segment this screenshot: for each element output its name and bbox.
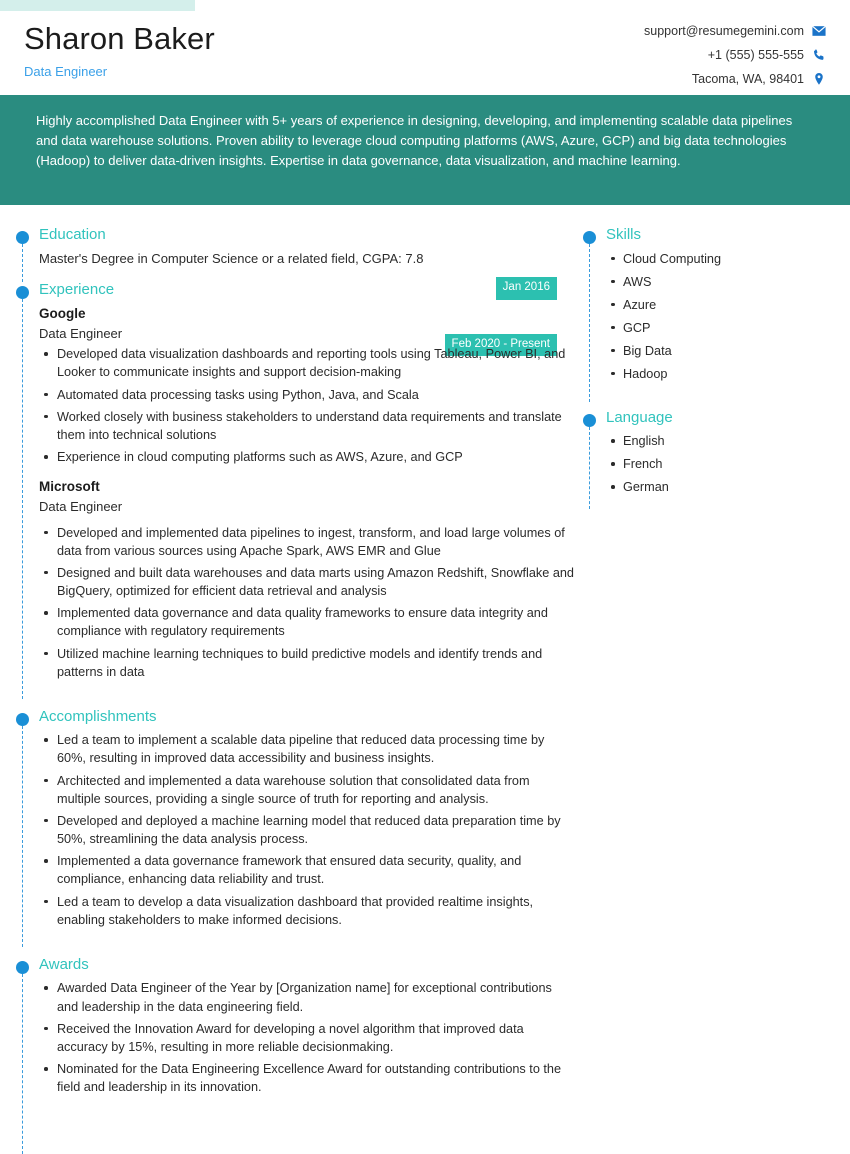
- job-company: Microsoft: [39, 479, 100, 495]
- list-item: Nominated for the Data Engineering Excel…: [39, 1060, 575, 1096]
- envelope-icon: [812, 24, 826, 38]
- contact-phone-row[interactable]: +1 (555) 555-555: [644, 48, 826, 62]
- job-bullet-list: Developed and implemented data pipelines…: [39, 524, 575, 681]
- job-role: Data Engineer: [39, 499, 123, 515]
- list-item: German: [606, 478, 850, 497]
- timeline-dot-icon: [583, 231, 596, 244]
- timeline-line: [22, 725, 23, 947]
- section-title-awards: Awards: [39, 955, 89, 973]
- timeline-line: [22, 973, 23, 1154]
- professional-summary: Highly accomplished Data Engineer with 5…: [0, 95, 850, 205]
- timeline-line: [589, 426, 590, 510]
- list-item: Cloud Computing: [606, 250, 850, 269]
- accomplishments-list: Led a team to implement a scalable data …: [39, 731, 575, 929]
- list-item: Worked closely with business stakeholder…: [39, 408, 575, 444]
- map-pin-icon: [812, 72, 826, 86]
- list-item: Implemented a data governance framework …: [39, 852, 575, 888]
- resume-header: Sharon Baker Data Engineer support@resum…: [0, 0, 850, 95]
- experience-job-google: Google Data Engineer Feb 2020 - Present …: [39, 305, 575, 466]
- timeline-dot-icon: [16, 286, 29, 300]
- list-item: Big Data: [606, 342, 850, 361]
- timeline-line: [22, 244, 23, 283]
- timeline-dot-icon: [583, 413, 596, 427]
- list-item: Designed and built data warehouses and d…: [39, 564, 575, 600]
- job-bullet-list: Developed data visualization dashboards …: [39, 345, 575, 466]
- section-title-education: Education: [39, 226, 106, 243]
- timeline-line: [589, 244, 590, 402]
- list-item: Utilized machine learning techniques to …: [39, 645, 575, 681]
- section-title-language: Language: [606, 408, 673, 426]
- contact-email-row[interactable]: support@resumegemini.com: [644, 24, 826, 38]
- section-title-experience: Experience: [39, 281, 115, 299]
- section-skills: Skills Cloud Computing AWS Azure GCP Big…: [575, 226, 850, 402]
- list-item: Azure: [606, 296, 850, 315]
- phone-icon: [812, 48, 826, 62]
- section-language: Language English French German: [575, 402, 850, 516]
- list-item: Automated data processing tasks using Py…: [39, 386, 575, 404]
- contact-block: support@resumegemini.com +1 (555) 555-55…: [644, 22, 826, 86]
- skills-list: Cloud Computing AWS Azure GCP Big Data H…: [606, 250, 850, 384]
- contact-phone-text: +1 (555) 555-555: [707, 47, 804, 62]
- resume-body: Education Master's Degree in Computer Sc…: [0, 205, 850, 1154]
- summary-text: Highly accomplished Data Engineer with 5…: [36, 113, 793, 168]
- list-item: AWS: [606, 273, 850, 292]
- education-entry: Master's Degree in Computer Science or a…: [39, 250, 424, 266]
- list-item: Experience in cloud computing platforms …: [39, 448, 575, 466]
- section-experience: Experience Google Data Engineer Feb 2020…: [0, 281, 575, 699]
- section-awards: Awards Awarded Data Engineer of the Year…: [0, 947, 575, 1154]
- list-item: Implemented data governance and data qua…: [39, 604, 575, 640]
- timeline-line: [22, 299, 23, 699]
- list-item: Hadoop: [606, 365, 850, 384]
- list-item: Architected and implemented a data wareh…: [39, 772, 575, 808]
- list-item: GCP: [606, 319, 850, 338]
- job-company: Google: [39, 305, 86, 321]
- page-title: Sharon Baker: [24, 21, 215, 56]
- section-title-skills: Skills: [606, 226, 642, 243]
- list-item: Awarded Data Engineer of the Year by [Or…: [39, 979, 575, 1015]
- section-education: Education Master's Degree in Computer Sc…: [0, 226, 575, 300]
- experience-job-microsoft: Microsoft Data Engineer Developed and im…: [39, 478, 575, 681]
- identity-block: Sharon Baker Data Engineer: [24, 21, 215, 79]
- left-column: Education Master's Degree in Computer Sc…: [0, 226, 575, 1154]
- list-item: English: [606, 432, 850, 451]
- right-column: Skills Cloud Computing AWS Azure GCP Big…: [575, 226, 850, 1114]
- awards-list: Awarded Data Engineer of the Year by [Or…: [39, 979, 575, 1096]
- list-item: Led a team to develop a data visualizati…: [39, 893, 575, 929]
- contact-location-text: Tacoma, WA, 98401: [691, 71, 804, 86]
- list-item: Developed and implemented data pipelines…: [39, 524, 575, 560]
- timeline-dot-icon: [16, 712, 29, 726]
- language-list: English French German: [606, 432, 850, 497]
- list-item: Developed and deployed a machine learnin…: [39, 812, 575, 848]
- section-title-accomplishments: Accomplishments: [39, 707, 157, 725]
- section-accomplishments: Accomplishments Led a team to implement …: [0, 699, 575, 947]
- timeline-dot-icon: [16, 960, 29, 974]
- timeline-dot-icon: [16, 231, 29, 244]
- contact-location-row[interactable]: Tacoma, WA, 98401: [644, 72, 826, 86]
- list-item: Received the Innovation Award for develo…: [39, 1020, 575, 1056]
- job-title-subtitle: Data Engineer: [24, 63, 108, 79]
- list-item: Developed data visualization dashboards …: [39, 345, 575, 381]
- contact-email-text: support@resumegemini.com: [644, 23, 804, 38]
- list-item: French: [606, 455, 850, 474]
- list-item: Led a team to implement a scalable data …: [39, 731, 575, 767]
